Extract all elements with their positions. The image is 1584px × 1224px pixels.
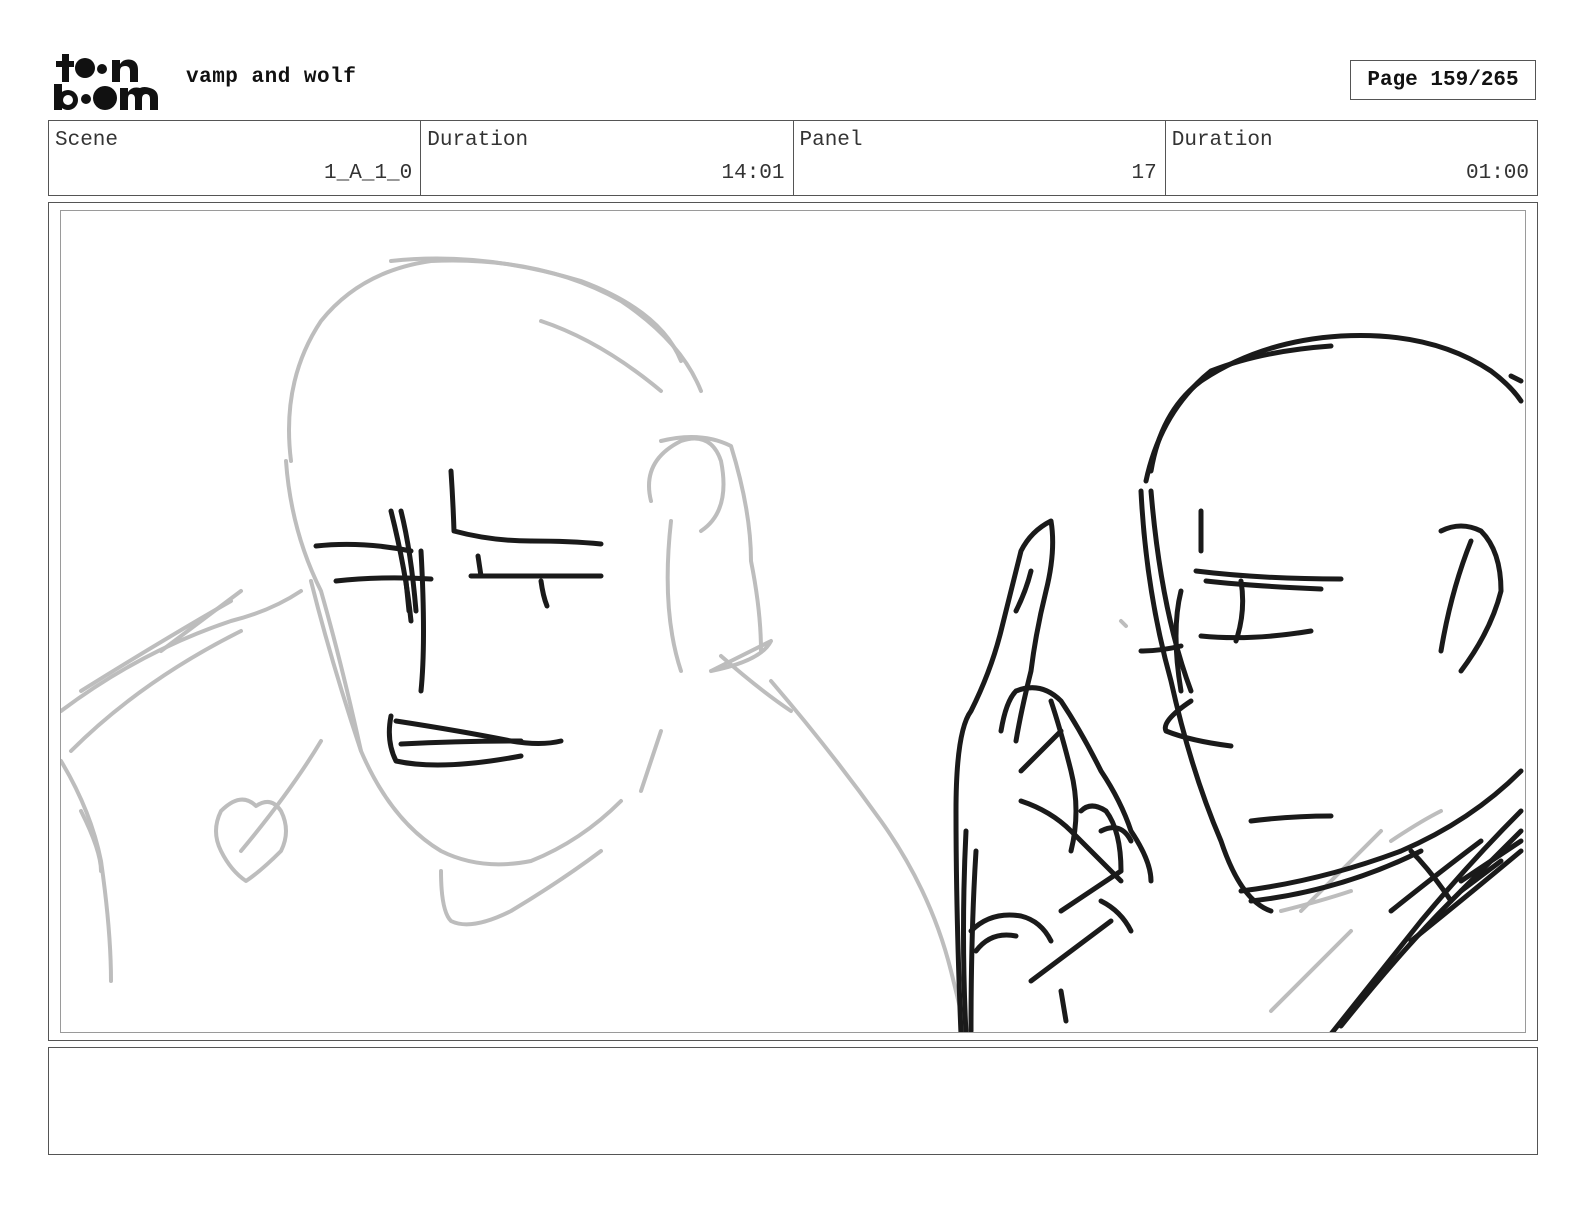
project-title: vamp and wolf (186, 66, 357, 89)
panel-value: 17 (1131, 162, 1157, 185)
ink-hand (953, 518, 1154, 1032)
panel-duration-value: 01:00 (1465, 162, 1529, 185)
toon-boom-logo (50, 52, 166, 112)
storyboard-drawing (60, 210, 1526, 1033)
panel-info-row: Scene 1_A_1_0 Duration 14:01 Panel 17 Du… (48, 120, 1538, 196)
panel-label: Panel (799, 129, 863, 152)
scene-duration-value: 14:01 (721, 162, 785, 185)
panel-duration-cell: Duration 01:00 (1166, 121, 1537, 195)
scene-duration-label: Duration (427, 129, 529, 152)
panel-notes-box (48, 1047, 1538, 1155)
page-indicator: Page 159/265 (1350, 60, 1536, 100)
page-label: Page (1367, 68, 1418, 92)
page-current: 159 (1430, 68, 1469, 92)
panel-duration-label: Duration (1171, 129, 1273, 152)
panel-cell: Panel 17 (794, 121, 1166, 195)
rough-sketch-left-character (61, 256, 1443, 1032)
scene-label: Scene (55, 129, 119, 152)
scene-duration-cell: Duration 14:01 (421, 121, 794, 195)
ink-right-character (1138, 332, 1524, 1032)
ink-left-character-face (313, 468, 604, 768)
scene-cell: Scene 1_A_1_0 (49, 121, 422, 195)
scene-value: 1_A_1_0 (324, 162, 413, 185)
page-total: 265 (1480, 68, 1519, 92)
